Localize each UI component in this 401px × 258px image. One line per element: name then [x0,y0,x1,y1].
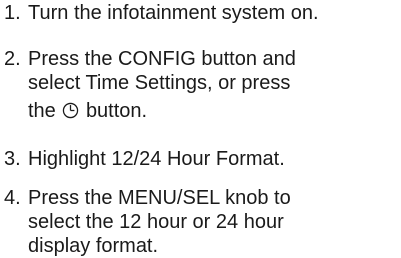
step-line: Press the CONFIG button and [28,48,296,70]
step-line: Press the MENU/SEL knob to [28,187,291,209]
step-line: Turn the infotainment system on. [28,2,319,24]
step-line-with-icon: the button. [28,99,400,123]
step-number: 4. [4,187,21,209]
step-line: Highlight 12/24 Hour Format. [28,148,285,170]
step-text: Press the CONFIG button and select Time … [28,47,400,123]
step-text: Highlight 12/24 Hour Format. [28,147,400,171]
step-line-text: the [28,100,56,122]
step-number: 1. [4,2,21,24]
step-line: display format. [28,235,159,257]
step-line-text: button. [85,100,148,122]
step-line: select the 12 hour or 24 hour [28,211,284,233]
step-line: select Time Settings, or press [28,72,291,94]
step-number: 3. [4,148,21,170]
step-text: Press the MENU/SEL knob to select the 12… [28,186,400,258]
step-text: Turn the infotainment system on. [28,1,400,25]
step-number: 2. [4,48,21,70]
clock-icon [63,102,79,119]
